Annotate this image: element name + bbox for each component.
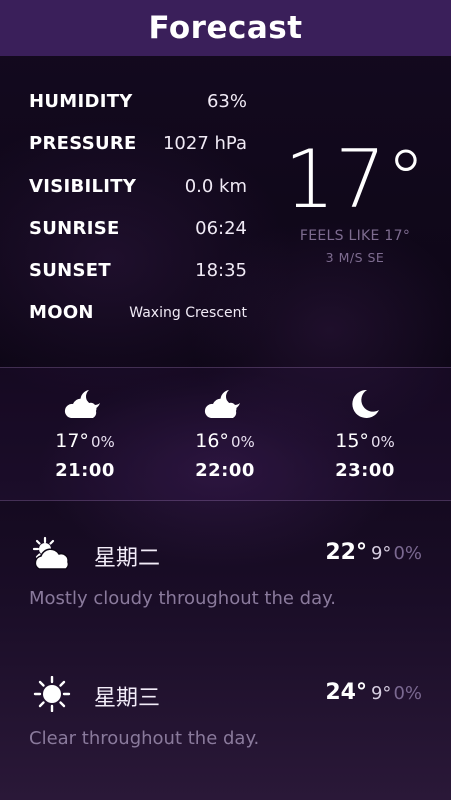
current-stats: HUMIDITY 63% PRESSURE 1027 hPa VISIBILIT… [29,85,247,339]
page-title: Forecast [148,10,303,46]
hourly-pop: 0% [370,433,395,451]
day-temps: 24° 9° 0% [325,680,422,705]
hourly-time: 22:00 [195,460,255,481]
day-summary: Mostly cloudy throughout the day. [29,588,336,609]
stat-value: 63% [206,91,247,112]
hourly-forecast: 17° 0% 21:00 16° 0% 22:00 15° 0% 23:00 [0,368,451,500]
stat-label: SUNRISE [29,217,120,239]
moon-icon [305,386,425,422]
day-min: 9° [370,543,392,564]
day-pop: 0% [393,683,422,704]
day-name: 星期二 [94,546,161,571]
partly-cloudy-night-icon [25,386,145,422]
day-max: 22° [325,540,367,565]
day-summary: Clear throughout the day. [29,728,260,749]
hourly-pop: 0% [230,433,255,451]
day-min: 9° [370,683,392,704]
wind: 3 M/S SE [325,250,385,265]
hourly-temp-line: 16° 0% [165,430,285,452]
day-name: 星期三 [94,686,161,711]
day-temps: 22° 9° 0% [325,540,422,565]
hourly-item[interactable]: 17° 0% 21:00 [25,386,145,481]
partly-cloudy-day-icon [30,536,74,572]
stat-label: PRESSURE [29,133,137,155]
hourly-item[interactable]: 16° 0% 22:00 [165,386,285,481]
stat-label: SUNSET [29,260,111,282]
partly-cloudy-night-icon [165,386,285,422]
stat-value: 06:24 [195,217,247,239]
hourly-item[interactable]: 15° 0% 23:00 [305,386,425,481]
divider [0,500,451,501]
hourly-pop: 0% [90,433,115,451]
stat-value: Waxing Crescent [129,305,247,322]
current-temperature: 17° [284,133,426,226]
stat-value: 1027 hPa [162,133,247,155]
stat-label: VISIBILITY [29,175,137,197]
feels-like: FEELS LIKE 17° [299,228,411,244]
stat-sunrise: SUNRISE 06:24 [29,212,247,254]
hourly-temp: 15° [335,430,369,452]
sun-icon [30,675,74,713]
day-pop: 0% [393,543,422,564]
stat-label: MOON [29,302,94,324]
stat-pressure: PRESSURE 1027 hPa [29,127,247,169]
stat-sunset: SUNSET 18:35 [29,254,247,296]
stat-visibility: VISIBILITY 0.0 km [29,170,247,212]
stat-value: 0.0 km [184,175,247,197]
current-temperature-panel: 17° FEELS LIKE 17° 3 M/S SE [280,133,430,266]
hourly-temp: 16° [195,430,229,452]
hourly-temp: 17° [55,430,89,452]
day-max: 24° [325,680,367,705]
stat-label: HUMIDITY [29,91,133,112]
stat-moon: MOON Waxing Crescent [29,296,247,338]
stat-humidity: HUMIDITY 63% [29,85,247,127]
hourly-time: 23:00 [335,460,395,481]
hourly-temp-line: 17° 0% [25,430,145,452]
hourly-time: 21:00 [55,460,115,481]
hourly-temp-line: 15° 0% [305,430,425,452]
stat-value: 18:35 [195,260,247,282]
header-bar: Forecast [0,0,451,56]
